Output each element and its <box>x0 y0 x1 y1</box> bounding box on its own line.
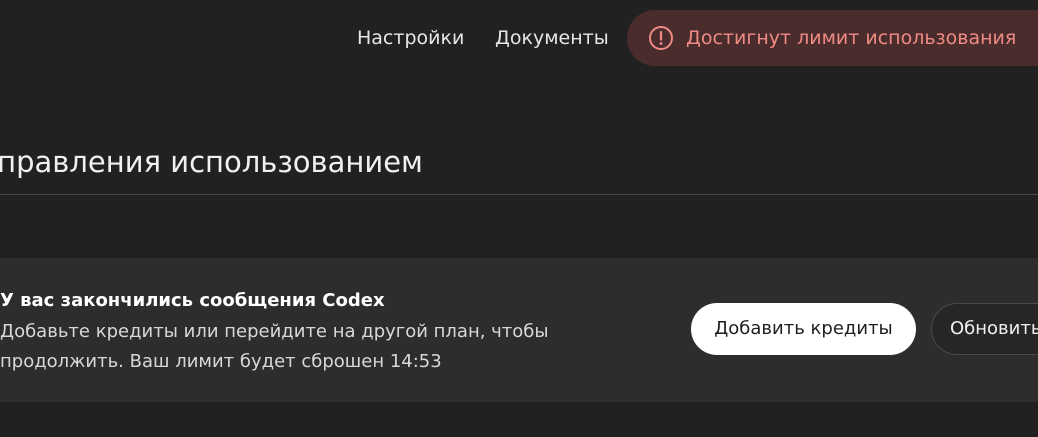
usage-limit-label: Достигнут лимит использования <box>686 27 1017 49</box>
codex-limit-alert: У вас закончились сообщения Codex Добавь… <box>0 258 1038 402</box>
nav-link-settings[interactable]: Настройки <box>357 10 464 66</box>
alert-circle-icon <box>649 26 673 50</box>
alert-text-line-1: Добавьте кредиты или перейдите на другой… <box>0 321 549 342</box>
upgrade-plan-button[interactable]: Обновить <box>931 303 1038 355</box>
usage-limit-badge[interactable]: Достигнут лимит использования <box>627 10 1038 66</box>
alert-text-line-2: продолжить. Ваш лимит будет сброшен 14:5… <box>0 351 442 372</box>
page-title: управления использованием <box>0 138 423 186</box>
alert-title: У вас закончились сообщения Codex <box>0 290 385 311</box>
usage-page: Настройки Документы Достигнут лимит испо… <box>0 0 1038 437</box>
page-title-text: управления использованием <box>0 145 423 179</box>
add-credits-button[interactable]: Добавить кредиты <box>691 303 916 355</box>
nav-link-docs[interactable]: Документы <box>495 10 609 66</box>
title-divider <box>0 194 1038 195</box>
alert-description: Добавьте кредиты или перейдите на другой… <box>0 317 600 377</box>
top-navigation: Настройки Документы Достигнут лимит испо… <box>0 10 1038 66</box>
